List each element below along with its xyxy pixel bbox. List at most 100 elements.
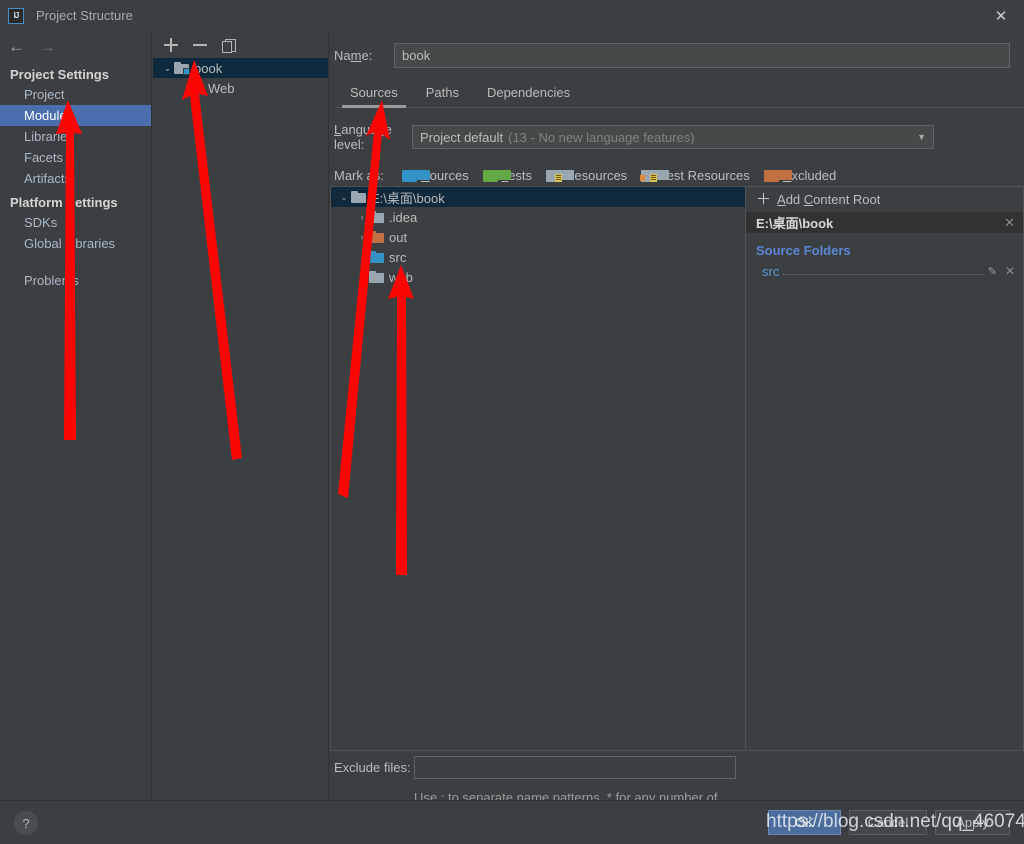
resources-folder-icon: [546, 169, 575, 182]
module-editor-panel: Name: Sources Paths Dependencies Languag…: [330, 31, 1024, 822]
tree-row-label: web: [389, 269, 413, 285]
sources-folder-icon: [402, 169, 430, 182]
add-content-root-button[interactable]: ＋ Add Content Root: [746, 187, 1023, 212]
tree-row-label: src: [389, 249, 407, 265]
copy-module-icon[interactable]: [221, 37, 237, 53]
sidebar-item-project[interactable]: Project: [0, 84, 151, 105]
mark-as-test-resources-button[interactable]: Test Resources: [640, 168, 750, 183]
mark-as-resources-label: Resources: [565, 168, 628, 183]
window-title: Project Structure: [36, 8, 133, 23]
help-button[interactable]: ?: [14, 811, 38, 835]
name-label: Name:: [334, 48, 373, 63]
sidebar-item-facets[interactable]: Facets: [0, 147, 151, 168]
language-level-label: Language level:: [334, 122, 392, 152]
chevron-down-icon[interactable]: ⌄: [337, 192, 351, 203]
language-level-row: Language level: Project default (13 - No…: [330, 122, 1024, 152]
chevron-right-icon[interactable]: ›: [355, 252, 369, 262]
content-roots-tree: ⌄ E:\桌面\book › .idea › out › src › web: [330, 186, 745, 751]
tab-paths[interactable]: Paths: [412, 82, 473, 107]
content-root-detail-pane: ＋ Add Content Root E:\桌面\book ✕ Source F…: [745, 186, 1024, 751]
edit-pencil-icon[interactable]: ✎: [988, 265, 997, 278]
content-root-header: E:\桌面\book ✕: [746, 212, 1023, 233]
sidebar-item-sdks[interactable]: SDKs: [0, 212, 151, 233]
app-logo-icon: IJ: [8, 7, 24, 24]
sidebar-item-modules[interactable]: Modules: [0, 105, 151, 126]
mark-as-excluded-button[interactable]: Excluded: [763, 168, 836, 183]
modules-panel: ⌄ book Web: [153, 31, 329, 800]
sidebar-item-global-libraries[interactable]: Global Libraries: [0, 233, 151, 254]
folder-icon: [369, 271, 384, 283]
mark-as-tests-button[interactable]: Tests: [482, 168, 532, 183]
module-label: book: [194, 60, 223, 76]
modules-toolbar: [153, 31, 328, 58]
tree-row[interactable]: › src: [331, 247, 745, 267]
sidebar-item-libraries[interactable]: Libraries: [0, 126, 151, 147]
chevron-right-icon[interactable]: ›: [355, 212, 369, 222]
language-level-hint: (13 - No new language features): [508, 129, 695, 145]
language-level-value: Project default: [420, 129, 504, 145]
test-resources-folder-icon: [640, 169, 670, 182]
exclude-files-row: Exclude files:: [330, 756, 1024, 779]
sidebar-group-platform-settings: Platform Settings: [10, 195, 118, 210]
tree-row[interactable]: › web: [331, 267, 745, 287]
facet-label: Web: [208, 80, 235, 96]
excluded-folder-icon: [763, 169, 792, 182]
sources-folder-icon: [369, 251, 384, 263]
plus-icon: ＋: [756, 191, 772, 208]
sidebar-item-artifacts[interactable]: Artifacts: [0, 168, 151, 189]
back-arrow-icon[interactable]: ←: [8, 38, 25, 55]
name-row: Name:: [330, 31, 1024, 68]
tab-dependencies[interactable]: Dependencies: [473, 82, 584, 107]
tab-sources[interactable]: Sources: [336, 82, 412, 108]
language-level-dropdown[interactable]: Project default (13 - No new language fe…: [412, 125, 934, 149]
sidebar-item-problems[interactable]: Problems: [0, 270, 151, 291]
module-tabs: Sources Paths Dependencies: [336, 82, 1024, 108]
tests-folder-icon: [482, 169, 511, 182]
chevron-right-icon[interactable]: ›: [355, 272, 369, 282]
title-bar: IJ Project Structure ✕: [0, 0, 1024, 31]
tree-row-label: E:\桌面\book: [371, 190, 445, 206]
close-icon[interactable]: ✕: [978, 0, 1024, 31]
add-content-root-label: Add Content Root: [777, 192, 881, 207]
mark-as-sources-button[interactable]: Sources: [402, 168, 469, 183]
tree-row[interactable]: › .idea: [331, 207, 745, 227]
mark-as-label: Mark as:: [334, 168, 384, 183]
close-icon[interactable]: ✕: [1004, 215, 1015, 231]
tree-row[interactable]: › out: [331, 227, 745, 247]
forward-arrow-icon[interactable]: →: [39, 38, 56, 55]
add-module-icon[interactable]: [163, 37, 179, 53]
settings-sidebar: ← → Project Settings Project Modules Lib…: [0, 31, 152, 800]
exclude-files-input[interactable]: [414, 756, 736, 779]
mark-as-test-resources-label: Test Resources: [660, 168, 750, 183]
source-folders-title: Source Folders: [756, 243, 851, 258]
chevron-right-icon[interactable]: ›: [355, 232, 369, 242]
excluded-folder-icon: [369, 231, 384, 243]
module-tree-item-web[interactable]: Web: [153, 78, 328, 98]
web-facet-icon: [187, 81, 203, 95]
source-folder-entry[interactable]: src ✎ ✕: [746, 262, 1023, 280]
module-name-input[interactable]: [394, 43, 1010, 68]
exclude-files-label: Exclude files:: [334, 760, 411, 775]
remove-source-folder-icon[interactable]: ✕: [1005, 264, 1015, 278]
folder-icon: [351, 191, 366, 203]
ok-button[interactable]: OK: [768, 810, 841, 835]
folder-icon: [369, 211, 384, 223]
mark-as-resources-button[interactable]: Resources: [546, 168, 627, 183]
sidebar-group-project-settings: Project Settings: [10, 67, 109, 82]
tree-row-label: .idea: [389, 209, 418, 225]
navigation-arrows: ← →: [0, 31, 151, 61]
chevron-down-icon[interactable]: ▼: [917, 132, 926, 142]
content-root-path: E:\桌面\book: [756, 216, 834, 231]
module-tree-item-book[interactable]: ⌄ book: [153, 58, 328, 78]
mark-as-row: Mark as: Sources Tests Resources Test Re…: [330, 168, 1024, 183]
remove-module-icon[interactable]: [192, 37, 208, 53]
module-folder-icon: [174, 62, 190, 75]
tree-row[interactable]: ⌄ E:\桌面\book: [331, 187, 745, 207]
chevron-down-icon[interactable]: ⌄: [161, 63, 174, 74]
dotted-separator: [783, 265, 984, 275]
apply-button[interactable]: Apply: [935, 810, 1010, 835]
cancel-button[interactable]: Cancel: [849, 810, 927, 835]
source-folder-name: src: [762, 263, 780, 279]
tree-row-label: out: [389, 229, 408, 245]
